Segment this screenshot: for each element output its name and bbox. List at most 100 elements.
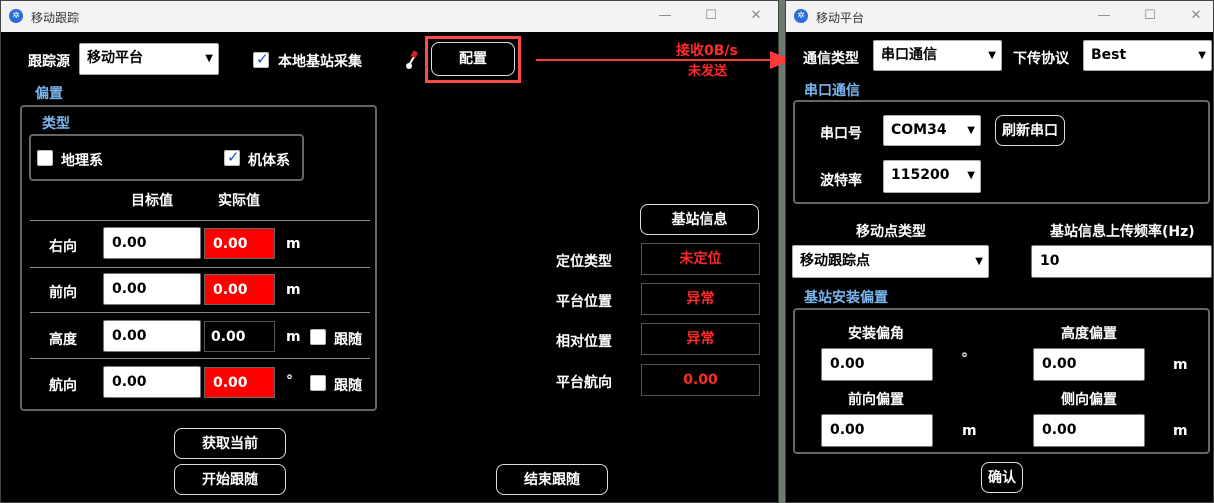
fix-type-value: 未定位 (641, 243, 760, 275)
window-title: 移动平台 (816, 11, 865, 25)
height-actual-value: 0.00 (204, 321, 275, 352)
col-target-header: 目标值 (131, 193, 173, 209)
base-info-button[interactable]: 基站信息 (640, 204, 759, 235)
forward-unit: m (286, 282, 301, 298)
height-target-input[interactable]: 0.00 (103, 320, 201, 352)
side-offset-label: 侧向偏置 (1061, 392, 1117, 408)
height-unit: m (286, 329, 301, 345)
mobile-type-value: 移动跟踪点 (800, 253, 870, 269)
heading-unit: ° (286, 373, 293, 389)
install-angle-unit: ° (961, 351, 968, 367)
status-label-platform-pos: 平台位置 (556, 294, 612, 310)
status-label-platform-heading: 平台航向 (556, 375, 612, 391)
right-actual-value: 0.00 (204, 228, 275, 259)
port-value: COM34 (891, 122, 947, 138)
window-title: 移动跟踪 (31, 11, 80, 25)
row-label-forward: 前向 (49, 285, 77, 301)
status-label-relative-pos: 相对位置 (556, 334, 612, 350)
start-follow-button[interactable]: 开始跟随 (174, 464, 286, 495)
side-offset-input[interactable]: 0.00 (1033, 414, 1145, 447)
geo-frame-checkbox[interactable] (37, 150, 53, 166)
height-follow-checkbox[interactable] (310, 329, 326, 345)
comm-type-value: 串口通信 (881, 47, 937, 63)
mobile-type-label: 移动点类型 (856, 224, 926, 240)
front-offset-label: 前向偏置 (848, 392, 904, 408)
comm-type-label: 通信类型 (803, 51, 859, 67)
row-divider (30, 220, 370, 221)
front-offset-unit: m (962, 423, 977, 439)
local-base-checkbox[interactable] (253, 50, 269, 68)
height-offset-label: 高度偏置 (1061, 326, 1117, 342)
mobile-type-select[interactable]: 移动跟踪点 ▼ (792, 245, 989, 278)
upload-freq-input[interactable]: 10 (1031, 245, 1212, 278)
chevron-down-icon: ▼ (975, 256, 983, 267)
side-offset-unit: m (1173, 423, 1188, 439)
geo-frame-label: 地理系 (61, 153, 103, 169)
status-label-fix-type: 定位类型 (556, 254, 612, 270)
upload-freq-label: 基站信息上传频率(Hz) (1050, 224, 1195, 240)
app-icon: ✲ (794, 9, 808, 23)
body-frame-label: 机体系 (248, 153, 290, 169)
col-actual-header: 实际值 (218, 193, 260, 209)
row-label-heading: 航向 (49, 378, 77, 394)
baud-label: 波特率 (820, 173, 862, 189)
platform-heading-value: 0.00 (641, 364, 760, 396)
downlink-select[interactable]: Best ▼ (1083, 40, 1212, 71)
row-label-height: 高度 (49, 332, 77, 348)
forward-actual-value: 0.00 (204, 274, 275, 305)
port-select[interactable]: COM34 ▼ (883, 115, 981, 146)
plug-icon (405, 49, 419, 71)
downlink-label: 下传协议 (1013, 51, 1069, 67)
forward-target-input[interactable]: 0.00 (103, 273, 201, 305)
install-section-title: 基站安装偏置 (804, 290, 888, 306)
baud-select[interactable]: 115200 ▼ (883, 160, 981, 193)
body-frame-checkbox[interactable] (224, 148, 240, 166)
row-divider (30, 312, 370, 313)
confirm-button[interactable]: 确认 (981, 462, 1023, 493)
baud-value: 115200 (891, 167, 950, 183)
front-offset-input[interactable]: 0.00 (821, 414, 933, 447)
height-follow-label: 跟随 (334, 332, 362, 348)
relative-pos-value: 异常 (641, 323, 760, 355)
heading-target-input[interactable]: 0.00 (103, 366, 201, 398)
chevron-down-icon: ▼ (1198, 50, 1206, 61)
end-follow-button[interactable]: 结束跟随 (496, 464, 608, 495)
chevron-down-icon: ▼ (967, 170, 975, 181)
minimize-icon[interactable]: — (655, 7, 675, 25)
downlink-value: Best (1091, 47, 1127, 63)
heading-follow-checkbox[interactable] (310, 375, 326, 391)
get-current-button[interactable]: 获取当前 (174, 428, 286, 459)
comm-type-select[interactable]: 串口通信 ▼ (873, 40, 1002, 71)
close-icon[interactable]: ✕ (746, 7, 766, 25)
chevron-down-icon: ▼ (205, 53, 213, 64)
app-icon: ✲ (9, 9, 23, 23)
close-icon[interactable]: ✕ (1186, 7, 1206, 25)
maximize-icon[interactable]: ☐ (701, 7, 721, 25)
right-unit: m (286, 236, 301, 252)
refresh-port-button[interactable]: 刷新串口 (995, 115, 1065, 146)
height-offset-input[interactable]: 0.00 (1033, 348, 1145, 381)
right-target-input[interactable]: 0.00 (103, 227, 201, 259)
minimize-icon[interactable]: — (1094, 7, 1114, 25)
maximize-icon[interactable]: ☐ (1140, 7, 1160, 25)
height-offset-unit: m (1173, 357, 1188, 373)
title-bar: ✲ 移动跟踪 — ☐ ✕ (1, 1, 778, 32)
title-bar: ✲ 移动平台 — ☐ ✕ (786, 1, 1213, 32)
serial-section-title: 串口通信 (804, 83, 860, 99)
platform-pos-value: 异常 (641, 283, 760, 315)
port-label: 串口号 (820, 126, 862, 142)
annotation-arrow (536, 51, 792, 69)
source-value: 移动平台 (87, 50, 143, 66)
install-angle-input[interactable]: 0.00 (821, 348, 933, 381)
chevron-down-icon: ▼ (988, 50, 996, 61)
mobile-tracking-window: ✲ 移动跟踪 — ☐ ✕ 跟踪源 移动平台 ▼ 本地基站采集 配置 偏置 类型 … (0, 0, 779, 503)
config-button[interactable]: 配置 (431, 42, 515, 76)
type-section-title: 类型 (42, 116, 70, 132)
row-label-right: 右向 (49, 239, 77, 255)
local-base-label: 本地基站采集 (278, 54, 362, 70)
install-angle-label: 安装偏角 (848, 326, 904, 342)
mobile-platform-window: ✲ 移动平台 — ☐ ✕ 通信类型 串口通信 ▼ 下传协议 Best ▼ 串口通… (785, 0, 1214, 503)
heading-follow-label: 跟随 (334, 378, 362, 394)
offset-section-title: 偏置 (35, 86, 63, 102)
source-select[interactable]: 移动平台 ▼ (79, 43, 219, 75)
